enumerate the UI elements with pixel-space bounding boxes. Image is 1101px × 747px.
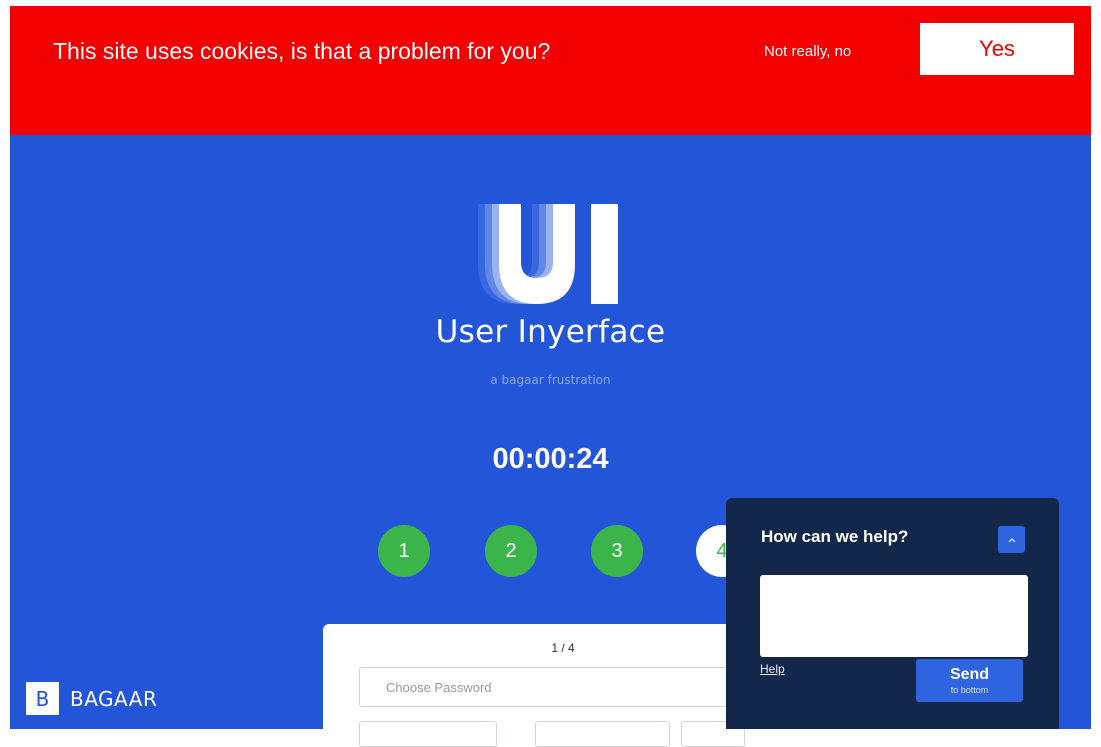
step-3: 3: [591, 525, 643, 577]
ui-logo: [478, 204, 618, 304]
cookie-banner: This site uses cookies, is that a proble…: [10, 6, 1091, 135]
help-widget: How can we help? Help Send to bottom: [726, 498, 1059, 729]
bagaar-name: BAGAAR: [70, 686, 158, 711]
chevron-up-icon[interactable]: [998, 526, 1025, 553]
email-field[interactable]: [359, 721, 497, 747]
domain-field[interactable]: [535, 721, 670, 747]
step-1: 1: [378, 525, 430, 577]
help-title: How can we help?: [761, 527, 909, 546]
send-label: Send: [949, 665, 990, 683]
cookie-accept-button[interactable]: Yes: [920, 23, 1074, 75]
timer: 00:00:24: [492, 443, 609, 475]
bagaar-brand[interactable]: B BAGAAR: [26, 682, 157, 715]
password-input[interactable]: [359, 667, 739, 707]
app-subtitle: a bagaar frustration: [490, 373, 611, 387]
app-title: User Inyerface: [435, 314, 666, 350]
bagaar-logo-icon: B: [26, 682, 59, 715]
step-2: 2: [485, 525, 537, 577]
help-message-input[interactable]: [760, 575, 1028, 657]
cookie-message: This site uses cookies, is that a proble…: [53, 38, 551, 64]
cookie-decline-link[interactable]: Not really, no: [764, 43, 851, 60]
send-button[interactable]: Send to bottom: [916, 659, 1023, 702]
send-sublabel: to bottom: [950, 684, 989, 695]
help-link[interactable]: Help: [760, 662, 785, 676]
form-card: 1 / 4: [323, 624, 745, 747]
